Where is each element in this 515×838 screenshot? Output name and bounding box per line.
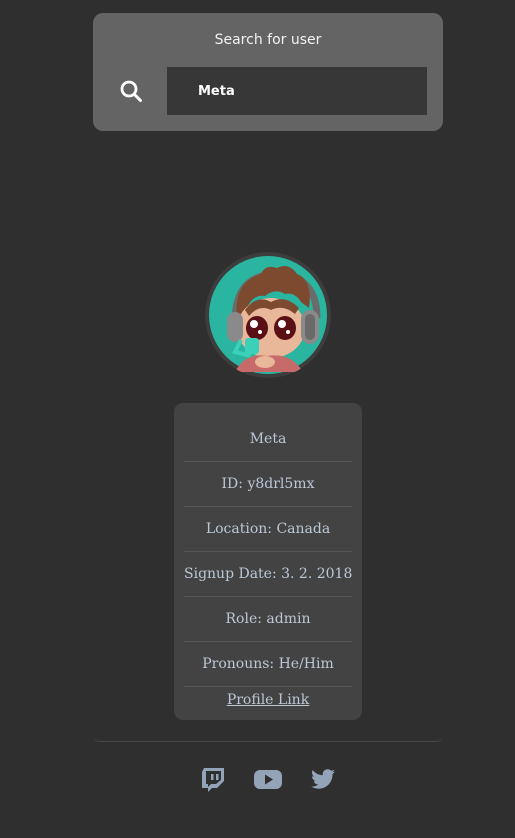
profile-signup-date: Signup Date: 3. 2. 2018 xyxy=(184,552,352,597)
twitter-icon[interactable] xyxy=(310,766,336,792)
profile-pronouns: Pronouns: He/Him xyxy=(184,642,352,687)
search-icon[interactable] xyxy=(119,79,143,103)
profile-id: ID: y8drl5mx xyxy=(184,462,352,507)
avatar xyxy=(205,252,331,378)
avatar-icon xyxy=(205,252,331,378)
profile-card: Meta ID: y8drl5mx Location: Canada Signu… xyxy=(174,403,362,720)
search-input[interactable] xyxy=(167,67,427,115)
profile-location: Location: Canada xyxy=(184,507,352,552)
profile-role: Role: admin xyxy=(184,597,352,642)
profile-name: Meta xyxy=(184,417,352,462)
divider xyxy=(93,735,443,742)
profile-link[interactable]: Profile Link xyxy=(174,692,362,708)
twitch-icon[interactable] xyxy=(200,766,226,792)
youtube-icon[interactable] xyxy=(254,766,282,792)
search-panel: Search for user xyxy=(93,13,443,131)
search-title: Search for user xyxy=(214,32,322,48)
